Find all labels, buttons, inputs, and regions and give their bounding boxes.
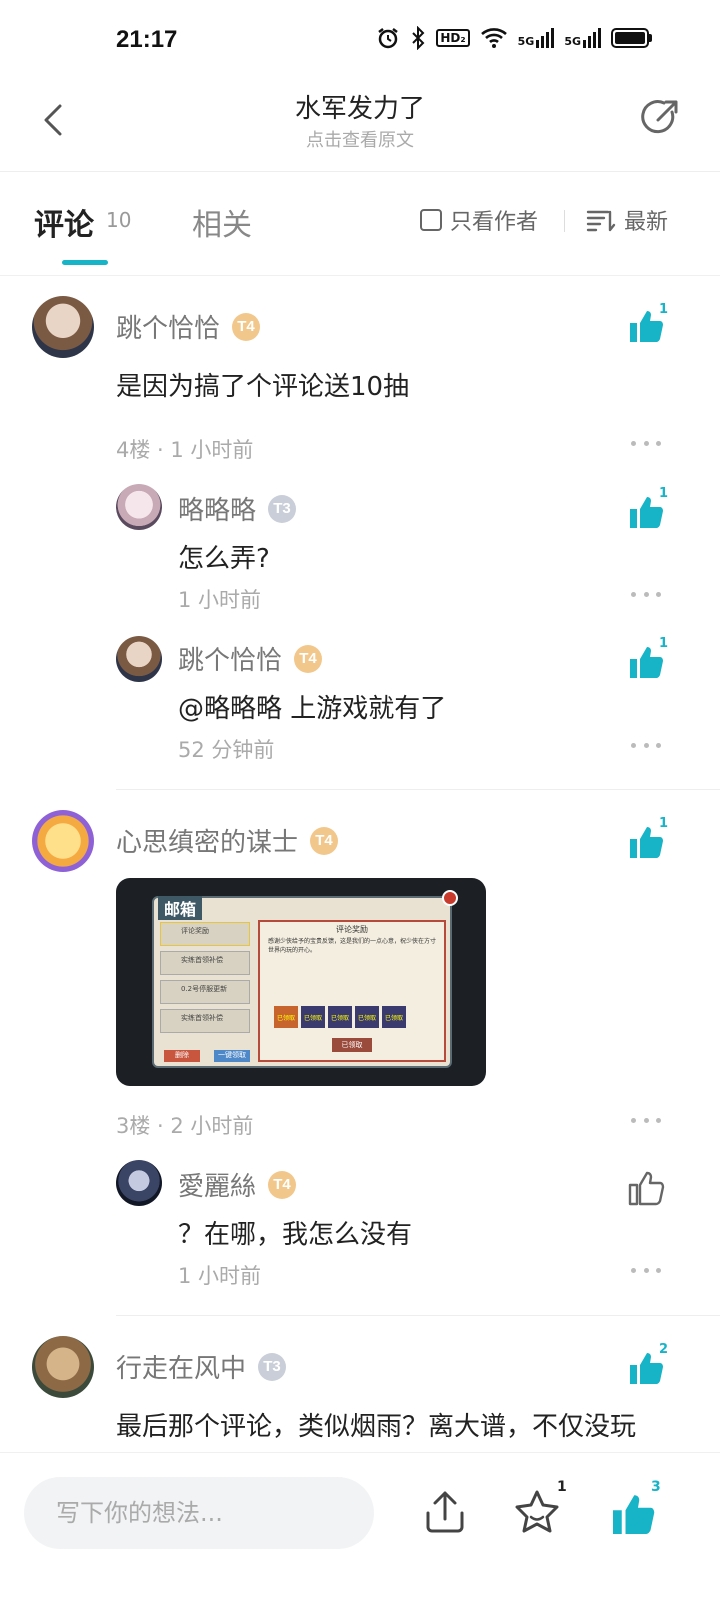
more-options-icon[interactable] xyxy=(631,1118,661,1128)
comment-image[interactable]: 邮箱 评论奖励 实练首领补偿 0.2号停服更新 实练首领补偿 删除 一键领取 评… xyxy=(116,878,486,1086)
more-options-icon[interactable] xyxy=(631,592,661,602)
only-author-label: 只看作者 xyxy=(450,210,539,235)
more-options-icon[interactable] xyxy=(631,1268,661,1278)
game-reward-slot: 已领取 xyxy=(274,1006,298,1028)
divider xyxy=(116,1315,720,1316)
like-count: 2 xyxy=(659,1342,669,1357)
username[interactable]: 愛麗絲 xyxy=(178,1166,256,1203)
favorites-count: 1 xyxy=(557,1479,567,1495)
divider xyxy=(116,789,720,790)
avatar[interactable] xyxy=(116,484,162,530)
comment-meta: 4楼 · 1 小时前 xyxy=(116,438,254,462)
username[interactable]: 心思缜密的谋士 xyxy=(116,822,298,859)
reply-text: 怎么弄? xyxy=(178,544,270,574)
tab-comments-count: 10 xyxy=(106,208,132,232)
username[interactable]: 略略略 xyxy=(178,490,256,527)
game-reward-text: 感谢少侠给予的宝贵反馈，这是我们的一点心意，祝少侠在方寸世界内玩的开心。 xyxy=(268,938,437,954)
reply-meta: 52 分钟前 xyxy=(178,738,275,762)
comment-text: 是因为搞了个评论送10抽 xyxy=(116,372,410,402)
share-icon[interactable] xyxy=(636,94,684,142)
divider xyxy=(564,210,565,232)
level-badge: T3 xyxy=(268,494,297,523)
sort-button[interactable]: 最新 xyxy=(586,204,668,236)
comment-text: 最后那个评论，类似烟雨？离大谱，不仅没玩 xyxy=(116,1412,637,1442)
game-mail-item: 实练首领补偿 xyxy=(160,1009,250,1033)
like-outline-icon[interactable] xyxy=(626,1168,666,1208)
game-reward-slot: 已领取 xyxy=(355,1006,379,1028)
reply-meta: 1 小时前 xyxy=(178,588,262,612)
game-reward-slot: 已领取 xyxy=(382,1006,406,1028)
game-mail-item: 0.2号停服更新 xyxy=(160,980,250,1004)
comment-meta: 3楼 · 2 小时前 xyxy=(116,1114,254,1138)
username[interactable]: 跳个恰恰 xyxy=(116,308,220,345)
game-reward-title: 评论奖励 xyxy=(336,925,368,934)
level-badge: T4 xyxy=(268,1170,297,1199)
avatar[interactable] xyxy=(32,1336,94,1398)
like-count: 1 xyxy=(659,636,669,651)
tab-active-indicator xyxy=(62,260,108,265)
status-icons: HD₂ 5G 5G xyxy=(376,26,652,50)
tab-bar: 评论 10 相关 只看作者 最新 xyxy=(0,172,720,276)
game-mail-item: 实练首领补偿 xyxy=(160,951,250,975)
bluetooth-icon xyxy=(412,26,425,50)
tab-related[interactable]: 相关 xyxy=(192,200,252,244)
level-badge: T4 xyxy=(310,826,339,855)
reply-text: ？在哪，我怎么没有 xyxy=(178,1220,413,1250)
wifi-icon xyxy=(480,28,507,48)
like-count: 1 xyxy=(659,302,669,317)
only-author-toggle[interactable]: 只看作者 xyxy=(420,204,538,236)
like-count: 1 xyxy=(659,486,669,501)
game-mail-list: 评论奖励 实练首领补偿 0.2号停服更新 实练首领补偿 xyxy=(160,922,250,1033)
5g-signal-icon: 5G xyxy=(564,28,601,48)
level-badge: T4 xyxy=(232,312,261,341)
avatar[interactable] xyxy=(116,636,162,682)
like-filled-icon[interactable] xyxy=(608,1489,658,1539)
favorite-star-icon[interactable] xyxy=(512,1487,562,1537)
avatar[interactable] xyxy=(32,296,94,358)
game-close-icon xyxy=(442,890,458,906)
game-reward-slots: 已领取 已领取 已领取 已领取 已领取 xyxy=(274,1006,406,1028)
like-count: 1 xyxy=(659,816,669,831)
page-title: 水军发力了 xyxy=(294,94,425,124)
sort-label: 最新 xyxy=(624,210,669,235)
game-mail-item: 评论奖励 xyxy=(160,922,250,946)
username[interactable]: 行走在风中 xyxy=(116,1348,246,1385)
battery-icon xyxy=(611,28,652,48)
reply-meta: 1 小时前 xyxy=(178,1264,262,1288)
share-upload-icon[interactable] xyxy=(420,1487,470,1537)
alarm-icon xyxy=(378,28,399,49)
5g-signal-icon: 5G xyxy=(518,28,555,48)
tab-comments[interactable]: 评论 xyxy=(34,200,94,244)
level-badge: T3 xyxy=(258,1352,287,1381)
checkbox-icon[interactable] xyxy=(420,209,442,231)
bottom-bar: 1 3 xyxy=(0,1452,720,1608)
level-badge: T4 xyxy=(294,644,323,673)
game-panel-title: 邮箱 xyxy=(158,896,203,920)
status-bar: 21:17 HD₂ 5G 5G xyxy=(0,0,720,80)
comment-input[interactable] xyxy=(24,1477,374,1549)
sort-icon xyxy=(586,210,616,232)
more-options-icon[interactable] xyxy=(631,441,661,451)
likes-count: 3 xyxy=(651,1479,661,1495)
game-reward-slot: 已领取 xyxy=(328,1006,352,1028)
view-original-link[interactable]: 点击查看原文 xyxy=(0,126,720,152)
username[interactable]: 跳个恰恰 xyxy=(178,640,282,677)
avatar[interactable] xyxy=(116,1160,162,1206)
header: 水军发力了 点击查看原文 xyxy=(0,80,720,172)
game-reward-slot: 已领取 xyxy=(301,1006,325,1028)
status-time: 21:17 xyxy=(116,26,178,53)
hd-icon: HD₂ xyxy=(436,29,470,47)
reply-text: @略略略 上游戏就有了 xyxy=(178,694,447,724)
avatar[interactable] xyxy=(32,810,94,872)
game-claimed-button: 已领取 xyxy=(332,1038,372,1052)
game-btn-delete: 删除 xyxy=(164,1050,200,1062)
more-options-icon[interactable] xyxy=(631,743,661,753)
game-panel: 邮箱 评论奖励 实练首领补偿 0.2号停服更新 实练首领补偿 删除 一键领取 评… xyxy=(152,890,458,1068)
game-btn-claim-all: 一键领取 xyxy=(214,1050,250,1062)
game-mail-detail: 评论奖励 感谢少侠给予的宝贵反馈，这是我们的一点心意，祝少侠在方寸世界内玩的开心… xyxy=(258,920,446,1062)
